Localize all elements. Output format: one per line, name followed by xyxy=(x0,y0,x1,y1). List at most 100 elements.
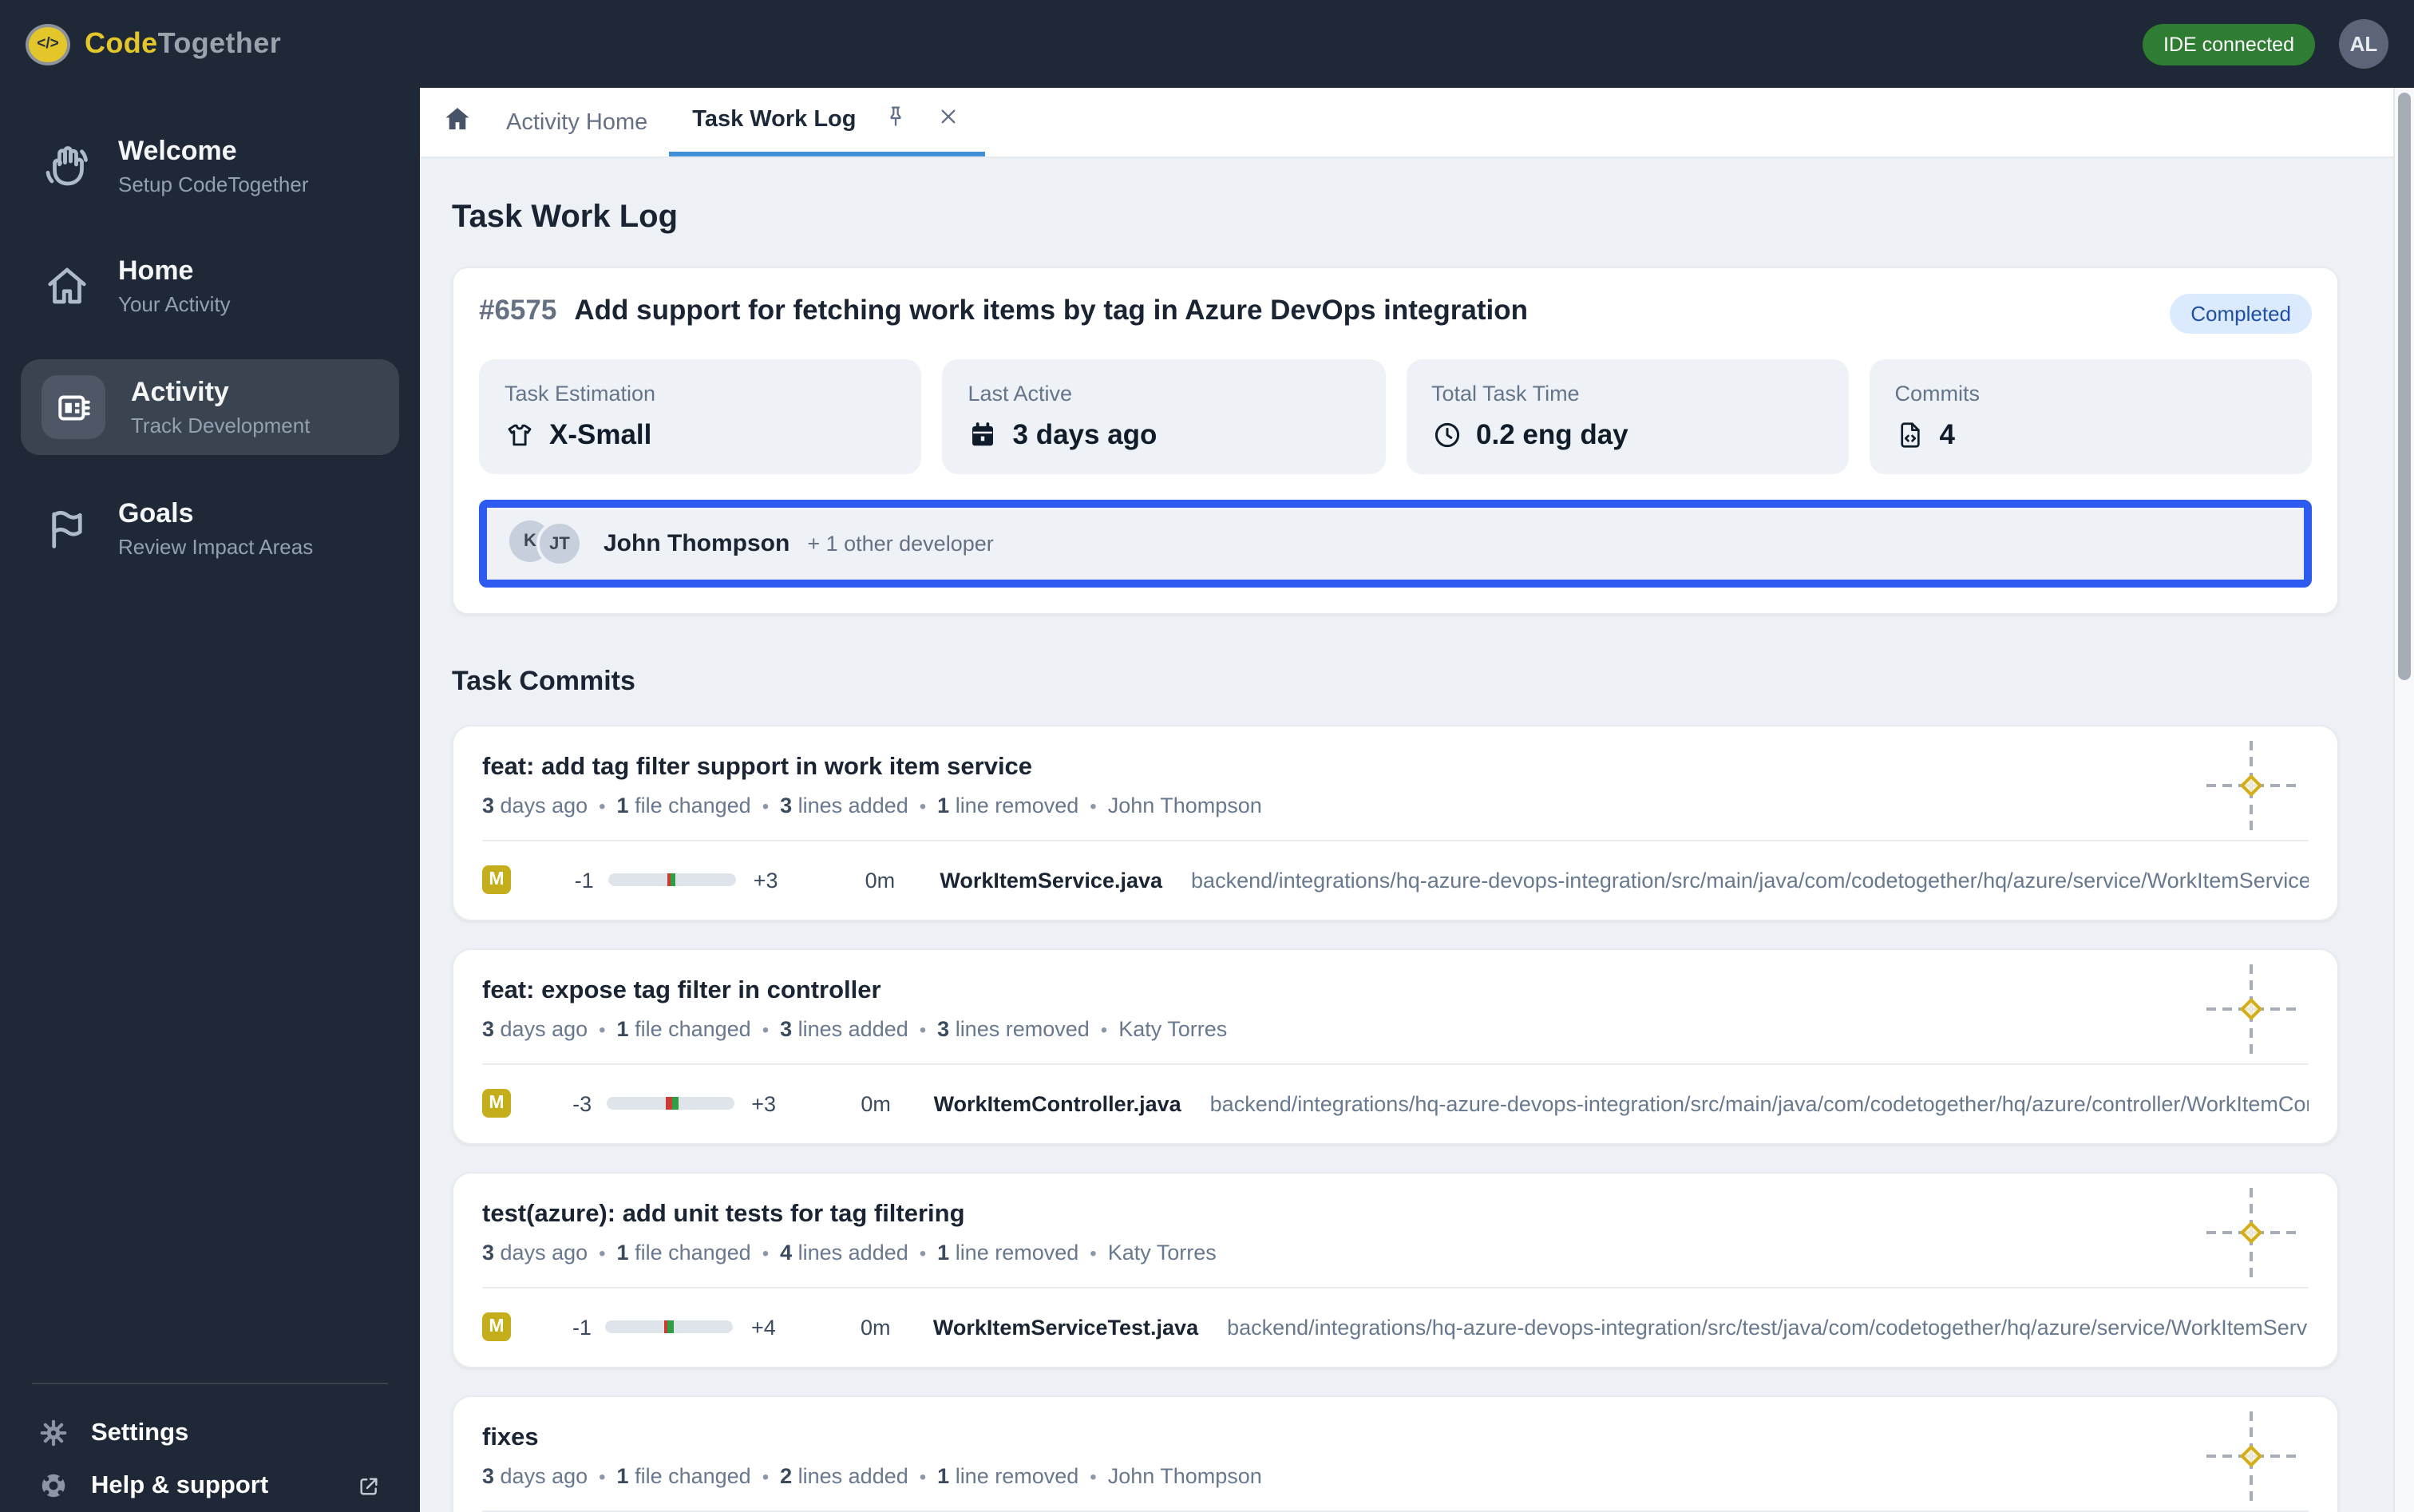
stat-label: Last Active xyxy=(968,382,1073,406)
other-developers-label: + 1 other developer xyxy=(807,532,994,556)
sidebar-item-label: Goals xyxy=(118,498,194,528)
developer-avatars: K JT xyxy=(509,520,583,567)
stat-value: 3 days ago xyxy=(1012,418,1158,450)
main-area: Activity Home Task Work Log Task Work Lo… xyxy=(420,88,2414,1512)
file-path: backend/integrations/hq-azure-devops-int… xyxy=(1227,1315,2309,1339)
footer-item-label: Settings xyxy=(91,1419,189,1446)
top-bar: </> CodeTogether IDE connected AL xyxy=(0,0,2414,88)
home-icon xyxy=(42,260,93,311)
stat-value: 4 xyxy=(1939,418,1955,450)
task-title: Add support for fetching work items by t… xyxy=(574,294,1528,326)
task-summary-card: #6575 Add support for fetching work item… xyxy=(452,267,2339,615)
brand-name: CodeTogether xyxy=(85,27,281,61)
sidebar-item-label: Home xyxy=(118,255,194,286)
sidebar-divider xyxy=(32,1383,388,1384)
commit-divider xyxy=(482,840,2309,841)
commit-card[interactable]: fixes 3 days ago • 1 file changed • 2 lines … xyxy=(452,1395,2339,1512)
tab-task-work-log[interactable]: Task Work Log xyxy=(668,88,986,156)
stat-card-task-estimation: Task Estimation X-Small xyxy=(479,359,922,474)
commit-card[interactable]: feat: add tag filter support in work ite… xyxy=(452,725,2339,921)
file-time: 0m xyxy=(861,1091,891,1115)
codetogether-logo-icon: </> xyxy=(26,23,70,65)
clock-icon xyxy=(1431,420,1462,450)
modified-badge: M xyxy=(482,1312,511,1341)
activity-board-icon xyxy=(42,375,105,439)
content-area: Task Work Log #6575 Add support for fetc… xyxy=(420,158,2414,1512)
pin-icon[interactable] xyxy=(883,103,908,137)
diff-bar-added xyxy=(667,1320,675,1333)
sidebar-item-sublabel: Setup CodeTogether xyxy=(118,172,309,196)
stat-value: 0.2 eng day xyxy=(1476,418,1628,450)
diff-bar-added xyxy=(670,873,675,886)
file-name: WorkItemServiceTest.java xyxy=(932,1315,1199,1339)
commit-meta: 3 days ago • 1 file changed • 4 lines added •… xyxy=(482,1241,1217,1265)
stat-label: Total Task Time xyxy=(1431,382,1580,406)
close-icon[interactable] xyxy=(936,103,961,137)
marker-horizontal-line xyxy=(2206,1007,2296,1011)
ide-connected-badge: IDE connected xyxy=(2143,23,2315,65)
sidebar-footer-items: Settings Help & support xyxy=(29,1407,391,1512)
developers-row[interactable]: K JT John Thompson + 1 other developer xyxy=(479,500,2312,588)
sidebar-footer: Settings Help & support xyxy=(0,1383,420,1512)
lines-added-count: +4 xyxy=(750,1315,776,1339)
file-path: backend/integrations/hq-azure-devops-int… xyxy=(1191,868,2309,892)
tab-strip: Activity Home Task Work Log xyxy=(420,88,2414,158)
sidebar-item-home[interactable]: Home Your Activity xyxy=(21,239,399,332)
commit-divider xyxy=(482,1063,2309,1065)
app-window: </> CodeTogether IDE connected AL Welcom… xyxy=(0,0,2414,1512)
modified-badge: M xyxy=(482,1089,511,1118)
user-avatar[interactable]: AL xyxy=(2339,19,2388,69)
sidebar: Welcome Setup CodeTogether Home Your Act… xyxy=(0,88,420,1512)
lines-added-count: +3 xyxy=(753,868,778,892)
task-stats: Task Estimation X-Small Last Active 3 da… xyxy=(479,359,2312,474)
commit-title: feat: expose tag filter in controller xyxy=(482,977,881,1004)
file-time: 0m xyxy=(860,1315,891,1339)
scrollbar-track[interactable] xyxy=(2393,88,2414,1512)
brand-primary: Code xyxy=(85,27,158,59)
sidebar-item-sublabel: Track Development xyxy=(131,414,311,437)
commit-card[interactable]: feat: expose tag filter in controller 3 … xyxy=(452,948,2339,1145)
lines-removed-count: -1 xyxy=(574,868,594,892)
file-row[interactable]: M -1 +4 0m WorkItemServiceTest.java back… xyxy=(482,1308,2309,1346)
diff-bar-added xyxy=(671,1097,679,1110)
sidebar-item-sublabel: Your Activity xyxy=(118,292,231,316)
marker-horizontal-line xyxy=(2206,784,2296,787)
brand-secondary: Together xyxy=(157,27,282,59)
commit-title: feat: add tag filter support in work ite… xyxy=(482,754,1033,781)
task-commits-title: Task Commits xyxy=(452,666,635,696)
tab-label: Task Work Log xyxy=(692,107,857,133)
sidebar-item-label: Activity xyxy=(131,377,229,407)
stat-label: Task Estimation xyxy=(505,382,656,406)
footer-item-settings[interactable]: Settings xyxy=(29,1407,391,1459)
footer-item-help-support[interactable]: Help & support xyxy=(29,1459,391,1512)
sidebar-item-activity[interactable]: Activity Track Development xyxy=(21,359,399,455)
tab-activity-home[interactable]: Activity Home xyxy=(492,88,662,156)
external-link-icon xyxy=(356,1473,382,1498)
commit-list: feat: add tag filter support in work ite… xyxy=(452,725,2339,1512)
lines-added-count: +3 xyxy=(751,1091,776,1115)
scrollbar-thumb[interactable] xyxy=(2398,93,2411,680)
commit-meta: 3 days ago • 1 file changed • 3 lines added •… xyxy=(482,1017,1228,1041)
sidebar-item-sublabel: Review Impact Areas xyxy=(118,535,314,559)
home-tab-button[interactable] xyxy=(442,88,473,156)
file-row[interactable]: M -3 +3 0m WorkItemController.java backe… xyxy=(482,1084,2309,1122)
task-id: #6575 xyxy=(479,294,557,326)
marker-horizontal-line xyxy=(2206,1455,2296,1458)
sidebar-item-label: Welcome xyxy=(118,136,237,166)
tshirt-icon xyxy=(505,420,535,450)
file-path: backend/integrations/hq-azure-devops-int… xyxy=(1209,1091,2309,1115)
home-icon xyxy=(442,103,473,141)
stat-label: Commits xyxy=(1894,382,1981,406)
commit-card[interactable]: test(azure): add unit tests for tag filt… xyxy=(452,1172,2339,1368)
gear-icon xyxy=(38,1418,69,1448)
calendar-icon xyxy=(968,420,999,450)
diff-bar-removed xyxy=(665,1097,672,1110)
commit-title: fixes xyxy=(482,1424,539,1451)
file-row[interactable]: M -1 +3 0m WorkItemService.java backend/… xyxy=(482,861,2309,899)
sidebar-item-welcome[interactable]: Welcome Setup CodeTogether xyxy=(21,120,399,212)
page-title: Task Work Log xyxy=(452,200,679,235)
file-code-icon xyxy=(1895,420,1925,450)
diff-bar xyxy=(607,873,736,886)
sidebar-item-goals[interactable]: Goals Review Impact Areas xyxy=(21,482,399,575)
life-buoy-icon xyxy=(38,1470,69,1501)
